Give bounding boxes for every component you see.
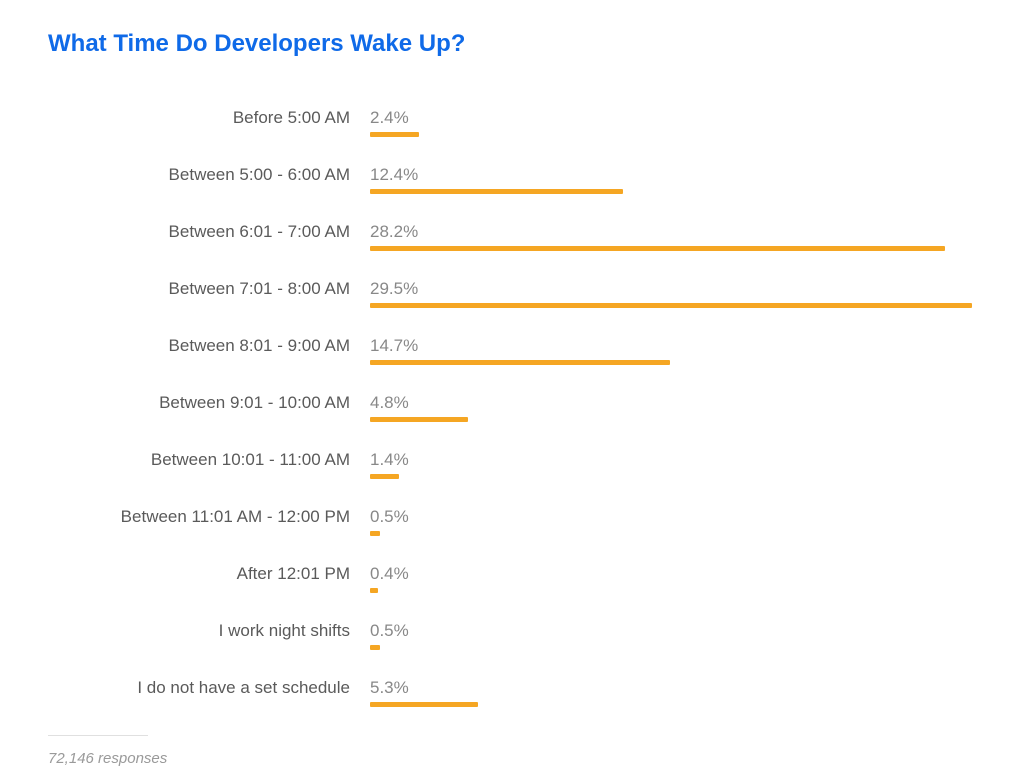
category-label: Between 5:00 - 6:00 AM: [40, 165, 370, 185]
bar: [370, 132, 419, 137]
chart-row: Before 5:00 AM 2.4%: [40, 108, 984, 137]
bar: [370, 189, 623, 194]
chart-row: I work night shifts 0.5%: [40, 621, 984, 650]
value-label: 5.3%: [370, 678, 984, 698]
value-label: 1.4%: [370, 450, 984, 470]
category-label: Between 7:01 - 8:00 AM: [40, 279, 370, 299]
bar-area: 5.3%: [370, 678, 984, 707]
chart-row: I do not have a set schedule 5.3%: [40, 678, 984, 707]
bar: [370, 417, 468, 422]
bar-area: 29.5%: [370, 279, 984, 308]
value-label: 0.4%: [370, 564, 984, 584]
bar-area: 0.5%: [370, 507, 984, 536]
category-label: Between 10:01 - 11:00 AM: [40, 450, 370, 470]
bar-area: 12.4%: [370, 165, 984, 194]
value-label: 12.4%: [370, 165, 984, 185]
chart-row: Between 5:00 - 6:00 AM 12.4%: [40, 165, 984, 194]
bar: [370, 360, 670, 365]
bar-area: 0.4%: [370, 564, 984, 593]
bar-area: 4.8%: [370, 393, 984, 422]
bar-area: 2.4%: [370, 108, 984, 137]
category-label: Between 6:01 - 7:00 AM: [40, 222, 370, 242]
bar-chart: Before 5:00 AM 2.4% Between 5:00 - 6:00 …: [40, 108, 984, 707]
chart-row: Between 9:01 - 10:00 AM 4.8%: [40, 393, 984, 422]
chart-row: Between 6:01 - 7:00 AM 28.2%: [40, 222, 984, 251]
bar: [370, 588, 378, 593]
value-label: 0.5%: [370, 507, 984, 527]
value-label: 14.7%: [370, 336, 984, 356]
bar: [370, 531, 380, 536]
bar: [370, 303, 972, 308]
chart-row: After 12:01 PM 0.4%: [40, 564, 984, 593]
category-label: Between 8:01 - 9:00 AM: [40, 336, 370, 356]
category-label: Before 5:00 AM: [40, 108, 370, 128]
bar: [370, 645, 380, 650]
footer-divider: [48, 735, 148, 736]
chart-row: Between 10:01 - 11:00 AM 1.4%: [40, 450, 984, 479]
bar: [370, 702, 478, 707]
value-label: 4.8%: [370, 393, 984, 413]
chart-row: Between 7:01 - 8:00 AM 29.5%: [40, 279, 984, 308]
value-label: 0.5%: [370, 621, 984, 641]
chart-title: What Time Do Developers Wake Up?: [48, 30, 984, 58]
bar: [370, 246, 945, 251]
chart-row: Between 8:01 - 9:00 AM 14.7%: [40, 336, 984, 365]
value-label: 29.5%: [370, 279, 984, 299]
value-label: 2.4%: [370, 108, 984, 128]
chart-row: Between 11:01 AM - 12:00 PM 0.5%: [40, 507, 984, 536]
category-label: I do not have a set schedule: [40, 678, 370, 698]
category-label: After 12:01 PM: [40, 564, 370, 584]
responses-note: 72,146 responses: [48, 750, 984, 767]
category-label: Between 9:01 - 10:00 AM: [40, 393, 370, 413]
bar-area: 1.4%: [370, 450, 984, 479]
bar-area: 14.7%: [370, 336, 984, 365]
value-label: 28.2%: [370, 222, 984, 242]
category-label: Between 11:01 AM - 12:00 PM: [40, 507, 370, 527]
bar: [370, 474, 399, 479]
category-label: I work night shifts: [40, 621, 370, 641]
bar-area: 28.2%: [370, 222, 984, 251]
bar-area: 0.5%: [370, 621, 984, 650]
